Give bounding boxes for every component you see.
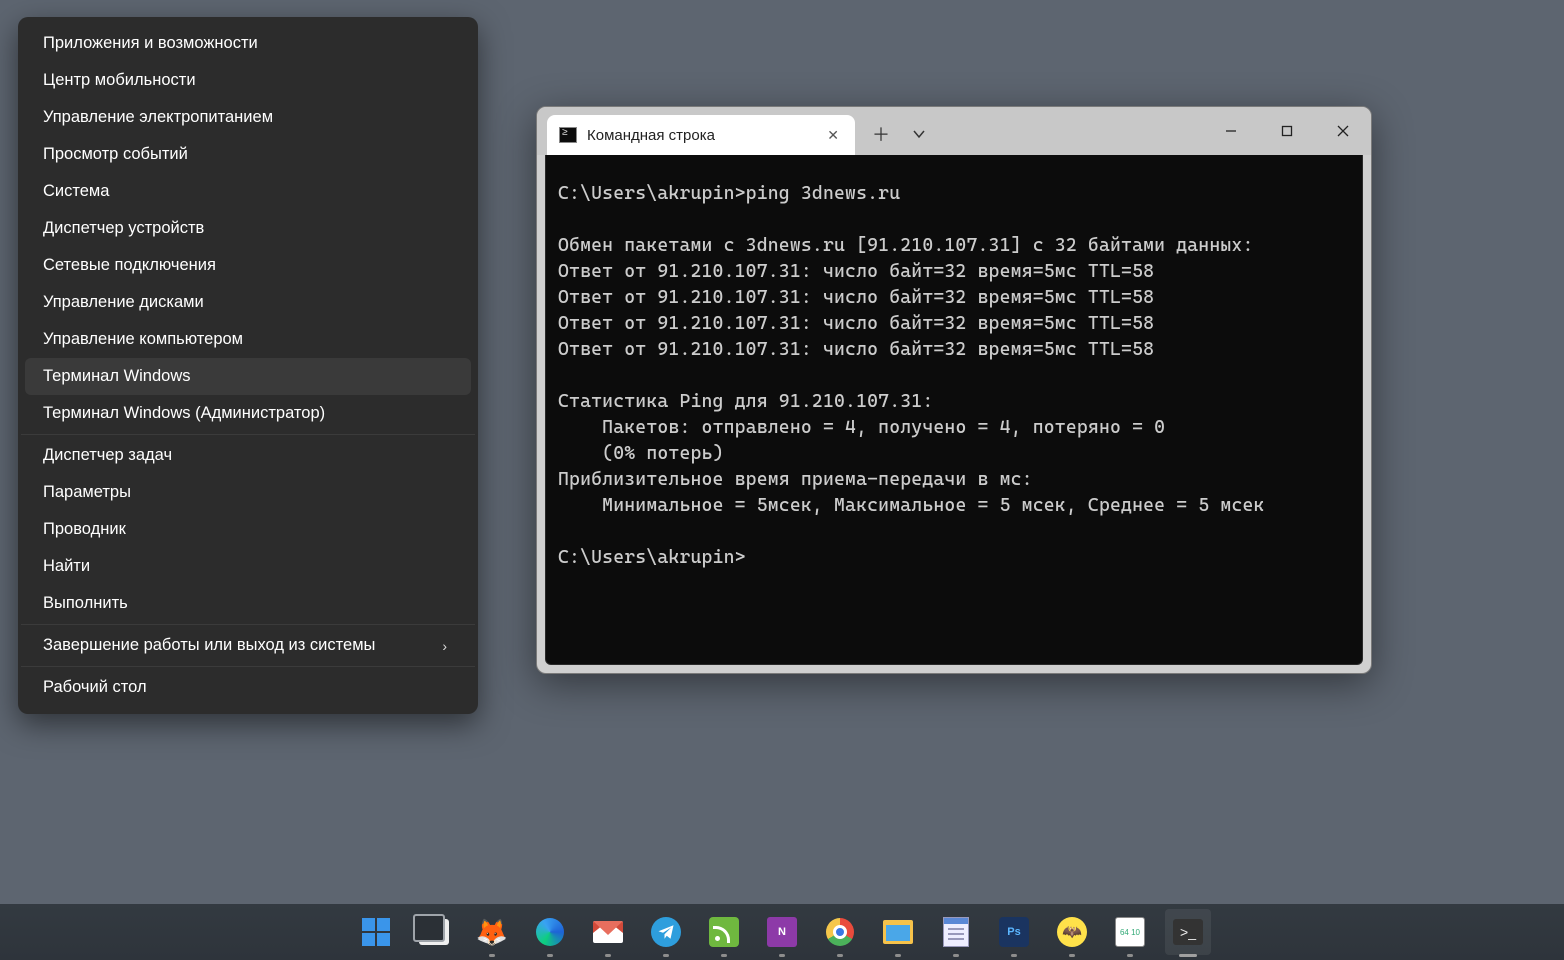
- tab-close-button[interactable]: ✕: [819, 123, 847, 148]
- winx-context-menu: Приложения и возможности Центр мобильност…: [18, 17, 478, 714]
- menu-item-label: Завершение работы или выход из системы: [43, 636, 375, 655]
- menu-item[interactable]: Сетевые подключения: [25, 247, 471, 284]
- taskbar-explorer-button[interactable]: [875, 909, 921, 955]
- taskbar-bat-button[interactable]: 🦇: [1049, 909, 1095, 955]
- menu-item-label: Приложения и возможности: [43, 34, 258, 53]
- menu-item[interactable]: Центр мобильности: [25, 62, 471, 99]
- menu-item-label: Параметры: [43, 483, 131, 502]
- taskbar-start-button[interactable]: [353, 909, 399, 955]
- taskbar-rss-button[interactable]: [701, 909, 747, 955]
- menu-item-label: Найти: [43, 557, 90, 576]
- edge-icon: [535, 917, 565, 947]
- taskbar-notepad-button[interactable]: [933, 909, 979, 955]
- tab-title: Командная строка: [587, 127, 809, 144]
- taskview-icon: [419, 917, 449, 947]
- terminal-window: Командная строка ✕ ＋ C:\Users\akrupin>pi…: [536, 106, 1372, 674]
- photoshop-icon: Ps: [999, 917, 1029, 947]
- menu-item-label: Проводник: [43, 520, 126, 539]
- menu-item-label: Управление электропитанием: [43, 108, 273, 127]
- menu-item-label: Рабочий стол: [43, 678, 147, 697]
- menu-item[interactable]: Приложения и возможности: [25, 25, 471, 62]
- cmd-icon: [559, 127, 577, 143]
- menu-item-label: Система: [43, 182, 109, 201]
- notepad-icon: [941, 917, 971, 947]
- menu-item[interactable]: Управление дисками: [25, 284, 471, 321]
- minimize-button[interactable]: [1203, 107, 1259, 155]
- tab-dropdown-button[interactable]: [901, 116, 937, 152]
- taskbar-notepadpp-button[interactable]: 64 10: [1107, 909, 1153, 955]
- menu-item-label: Центр мобильности: [43, 71, 196, 90]
- taskbar-taskview-button[interactable]: [411, 909, 457, 955]
- menu-item[interactable]: Рабочий стол: [25, 669, 471, 706]
- taskbar-onenote-button[interactable]: N: [759, 909, 805, 955]
- menu-item[interactable]: Выполнить: [25, 585, 471, 622]
- taskbar-gmail-button[interactable]: [585, 909, 631, 955]
- menu-item[interactable]: Просмотр событий: [25, 136, 471, 173]
- onenote-icon: N: [767, 917, 797, 947]
- taskbar-telegram-button[interactable]: [643, 909, 689, 955]
- maximize-button[interactable]: [1259, 107, 1315, 155]
- menu-item-label: Выполнить: [43, 594, 128, 613]
- menu-item-label: Сетевые подключения: [43, 256, 216, 275]
- menu-item[interactable]: Диспетчер задач: [25, 437, 471, 474]
- menu-item-label: Терминал Windows: [43, 367, 191, 386]
- tab-actions: ＋: [863, 107, 937, 155]
- terminal-icon: >_: [1173, 917, 1203, 947]
- notepadpp-icon: 64 10: [1115, 917, 1145, 947]
- explorer-icon: [883, 917, 913, 947]
- menu-item-label: Управление компьютером: [43, 330, 243, 349]
- taskbar-chrome-button[interactable]: [817, 909, 863, 955]
- taskbar-fox-button[interactable]: 🦊: [469, 909, 515, 955]
- menu-item[interactable]: Параметры: [25, 474, 471, 511]
- menu-item[interactable]: Завершение работы или выход из системы ›: [25, 627, 471, 664]
- chevron-right-icon: ›: [442, 638, 447, 654]
- fox-icon: 🦊: [477, 917, 507, 947]
- menu-item[interactable]: Терминал Windows: [25, 358, 471, 395]
- taskbar-edge-button[interactable]: [527, 909, 573, 955]
- menu-item-label: Просмотр событий: [43, 145, 188, 164]
- titlebar: Командная строка ✕ ＋: [537, 107, 1371, 155]
- start-icon: [361, 917, 391, 947]
- terminal-tab[interactable]: Командная строка ✕: [547, 115, 855, 155]
- taskbar-photoshop-button[interactable]: Ps: [991, 909, 1037, 955]
- bat-icon: 🦇: [1057, 917, 1087, 947]
- menu-item[interactable]: Система: [25, 173, 471, 210]
- menu-item[interactable]: Управление электропитанием: [25, 99, 471, 136]
- menu-item[interactable]: Проводник: [25, 511, 471, 548]
- menu-item-label: Диспетчер задач: [43, 446, 172, 465]
- menu-item[interactable]: Терминал Windows (Администратор): [25, 395, 471, 432]
- window-controls: [1203, 107, 1371, 155]
- rss-icon: [709, 917, 739, 947]
- gmail-icon: [593, 917, 623, 947]
- new-tab-button[interactable]: ＋: [863, 116, 899, 152]
- telegram-icon: [651, 917, 681, 947]
- menu-item-label: Диспетчер устройств: [43, 219, 204, 238]
- close-button[interactable]: [1315, 107, 1371, 155]
- chrome-icon: [825, 917, 855, 947]
- taskbar-terminal-button[interactable]: >_: [1165, 909, 1211, 955]
- taskbar: 🦊 N Ps 🦇 64 10 >_: [0, 904, 1564, 960]
- menu-item[interactable]: Диспетчер устройств: [25, 210, 471, 247]
- menu-item-label: Управление дисками: [43, 293, 204, 312]
- menu-item-label: Терминал Windows (Администратор): [43, 404, 325, 423]
- menu-item[interactable]: Управление компьютером: [25, 321, 471, 358]
- terminal-output[interactable]: C:\Users\akrupin>ping 3dnews.ru Обмен па…: [545, 155, 1363, 665]
- menu-item[interactable]: Найти: [25, 548, 471, 585]
